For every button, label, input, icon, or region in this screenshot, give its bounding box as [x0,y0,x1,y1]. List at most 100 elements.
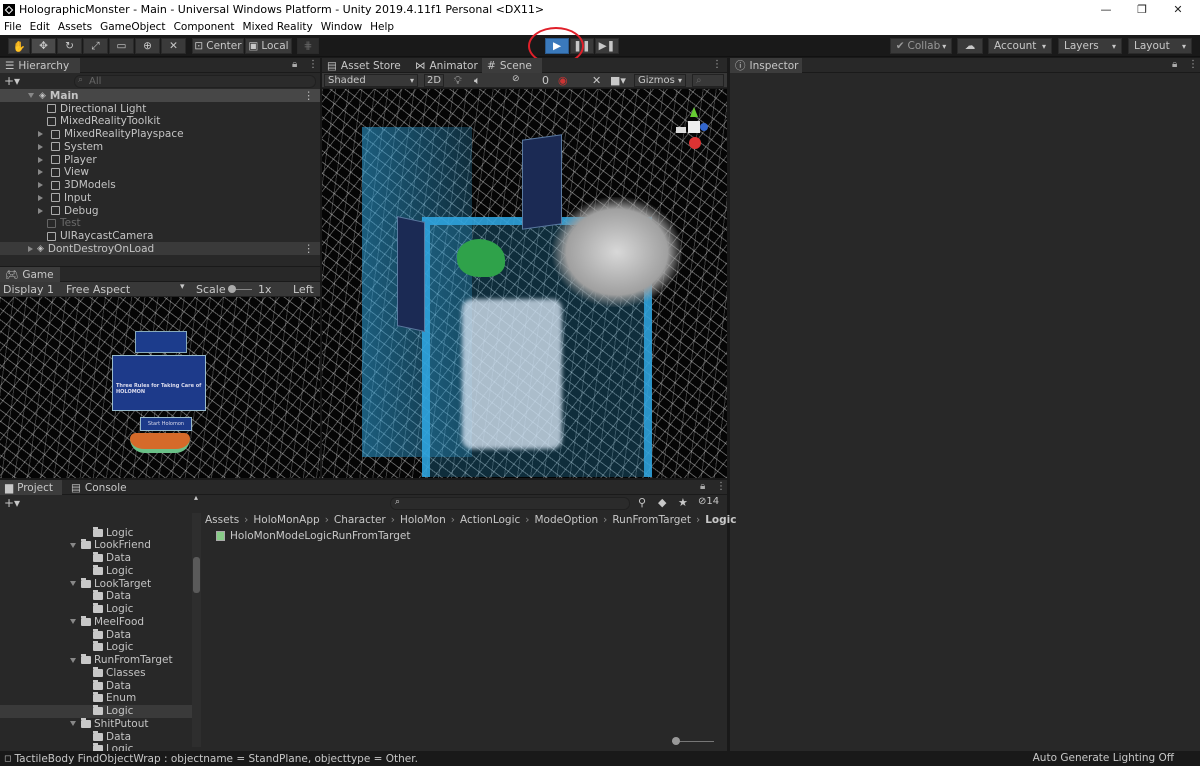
project-search[interactable]: ⌕ [390,497,630,510]
add-icon[interactable]: +▾ [4,496,20,510]
filter-type-icon[interactable]: ⚲ [638,496,646,509]
tab-scene[interactable]: # Scene [482,58,542,73]
layout-dropdown[interactable]: Layout ▾ [1128,38,1192,54]
menu-component[interactable]: Component [170,21,239,33]
project-tree-item[interactable]: LookFriend [0,539,192,552]
minimize-button[interactable]: — [1088,0,1124,19]
scene-gizmo[interactable] [676,107,710,149]
status-message[interactable]: TactileBody FindObjectWrap : objectname … [14,753,417,765]
hierarchy-item[interactable]: UIRaycastCamera [0,230,320,243]
aspect-dropdown[interactable]: Free Aspect [66,283,130,296]
menu-assets[interactable]: Assets [54,21,96,33]
restore-button[interactable]: ❐ [1124,0,1160,19]
project-tree-item[interactable]: MeelFood [0,615,192,628]
step-button[interactable]: ▶❚ [595,38,619,54]
tab-asset-store[interactable]: ▤ Asset Store [322,58,407,73]
close-button[interactable]: ✕ [1160,0,1196,19]
file-item[interactable]: HoloMonModeLogicRunFromTarget [216,530,410,542]
project-tree-item[interactable]: Logic [0,603,192,616]
breadcrumb-item[interactable]: ModeOption [535,514,599,526]
expand-icon[interactable] [38,131,47,137]
transform-tool-icon[interactable]: ⊕ [135,38,160,54]
hidden-packages-count[interactable]: ⊘14 [698,496,719,507]
project-tree-item[interactable]: ShitPutout [0,717,192,730]
display-dropdown[interactable]: Display 1 [3,283,54,296]
tools-icon[interactable]: ✕ [592,74,601,87]
scrollbar-thumb[interactable] [193,557,200,593]
menu-mixed-reality[interactable]: Mixed Reality [239,21,317,33]
expand-icon[interactable] [38,156,47,163]
visibility-icon[interactable]: ◉ [558,74,568,87]
shading-dropdown[interactable]: Shaded ▾ [324,74,418,87]
more-options-icon[interactable]: ⋮ [716,481,726,492]
project-tree-item[interactable]: Data [0,679,192,692]
expand-icon[interactable] [70,657,76,663]
project-tree-item[interactable]: Logic [0,704,192,718]
lock-icon[interactable]: 🔒︎ [292,59,297,70]
tab-project[interactable]: ▆ Project [0,480,62,495]
expand-icon[interactable] [38,143,47,150]
camera-icon[interactable]: ■▾ [610,74,626,87]
grid-snap-icon[interactable]: ⋕ [297,38,319,54]
hierarchy-item[interactable]: Test [0,217,320,230]
breadcrumb-item[interactable]: Logic [705,514,736,526]
project-tree-item[interactable]: RunFromTarget [0,654,192,667]
hierarchy-item[interactable]: 3DModels [0,179,320,192]
hidden-objects-icon[interactable]: ⊘ [512,74,520,84]
menu-window[interactable]: Window [317,21,366,33]
favorite-icon[interactable]: ★ [678,496,688,509]
gizmo-z-axis[interactable] [689,137,701,149]
expand-icon[interactable] [38,194,47,201]
scale-tool-icon[interactable]: ⤢ [83,38,108,54]
gizmos-dropdown[interactable]: Gizmos ▾ [634,74,686,87]
hierarchy-item[interactable]: Directional Light [0,102,320,115]
2d-toggle[interactable]: 2D [424,74,444,87]
project-tree-item[interactable]: LookTarget [0,577,192,590]
expand-icon[interactable] [70,721,76,727]
lighting-icon[interactable]: 💡︎ [454,74,462,88]
expand-icon[interactable] [70,581,76,586]
dont-destroy-row[interactable]: ◈ DontDestroyOnLoad ⋮ [0,242,320,255]
hierarchy-search[interactable]: ⌕ All [74,75,316,88]
scene-search[interactable]: ⌕ [692,74,724,87]
rect-tool-icon[interactable]: ▭ [109,38,134,54]
scene-row[interactable]: ◈ Main ⋮ [0,89,320,102]
more-options-icon[interactable]: ⋮ [304,90,315,102]
game-view[interactable]: Three Rules for Taking Care of HOLOMON S… [0,297,320,478]
breadcrumb-item[interactable]: HoloMonApp [253,514,319,526]
menu-file[interactable]: File [0,21,26,33]
lighting-status[interactable]: Auto Generate Lighting Off [1033,752,1174,764]
project-tree-item[interactable]: Data [0,590,192,603]
slider-thumb[interactable] [672,737,680,745]
game-start-button[interactable]: Start Holomon [140,417,192,431]
project-tree-item[interactable]: Logic [0,641,192,654]
hierarchy-item[interactable]: Input [0,191,320,204]
audio-icon[interactable]: 🔈︎ [474,74,481,88]
breadcrumb-item[interactable]: HoloMon [400,514,446,526]
lock-icon[interactable]: 🔒︎ [1172,59,1177,70]
breadcrumb-item[interactable]: RunFromTarget [612,514,691,526]
tab-inspector[interactable]: ⓘ Inspector [730,58,802,73]
label-icon[interactable]: ◆ [658,496,666,509]
expand-icon[interactable] [70,619,76,625]
layers-dropdown[interactable]: Layers ▾ [1058,38,1122,54]
gizmo-y-axis[interactable] [690,107,698,117]
scroll-up-icon[interactable]: ▴ [194,493,198,502]
hierarchy-item[interactable]: System [0,140,320,153]
pivot-center-button[interactable]: ⊡ Center [192,38,244,54]
project-tree-item[interactable]: Data [0,730,192,743]
project-tree-item[interactable]: Logic [0,743,192,751]
tab-hierarchy[interactable]: ☰ Hierarchy [0,58,80,73]
hierarchy-item[interactable]: MixedRealityPlayspace [0,128,320,141]
custom-tool-icon[interactable]: ✕ [161,38,186,54]
more-options-icon[interactable]: ⋮ [304,243,315,255]
menu-edit[interactable]: Edit [26,21,54,33]
gizmo-center[interactable] [688,121,700,133]
breadcrumb-item[interactable]: Character [334,514,386,526]
cloud-icon[interactable]: ☁ [957,38,983,54]
project-tree-item[interactable]: Logic [0,526,192,539]
slider-thumb[interactable] [228,285,236,293]
gizmo-blue-axis[interactable] [700,123,708,131]
tab-console[interactable]: ▤ Console [66,480,128,495]
more-options-icon[interactable]: ⋮ [1188,59,1198,70]
